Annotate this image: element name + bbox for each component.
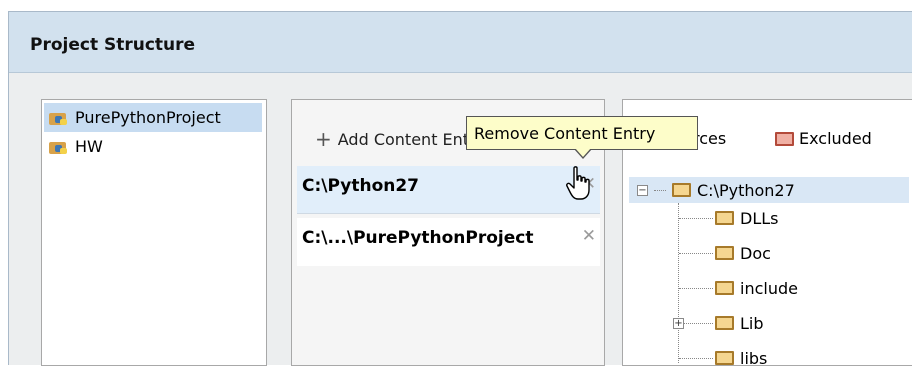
tree-connector xyxy=(679,288,713,289)
dialog-titlebar: Project Structure xyxy=(9,12,912,73)
excluded-label: Excluded xyxy=(799,129,872,148)
folder-icon xyxy=(715,211,734,225)
folder-icon xyxy=(715,316,734,330)
close-icon[interactable]: ✕ xyxy=(582,226,596,246)
tree-node[interactable]: Lib xyxy=(715,310,764,336)
tree-connector xyxy=(679,218,713,219)
content-entry-path: C:\...\PurePythonProject xyxy=(302,228,534,248)
tooltip-arrow-fill xyxy=(575,148,591,157)
add-content-entry-label: Add Content Entry xyxy=(337,129,486,149)
add-content-entry-button[interactable]: + Add Content Entry xyxy=(315,129,485,149)
module-item-purepythonproject[interactable]: PurePythonProject xyxy=(44,103,262,132)
tree-node[interactable]: Doc xyxy=(715,240,771,266)
module-label: PurePythonProject xyxy=(75,108,221,127)
tree-connector xyxy=(679,253,713,254)
tree-node-label: include xyxy=(740,278,798,298)
module-label: HW xyxy=(75,137,103,156)
tooltip-text: Remove Content Entry xyxy=(474,123,656,143)
tree-node-label: Lib xyxy=(740,313,764,333)
plus-icon: + xyxy=(315,127,332,151)
tree-connector xyxy=(654,189,666,191)
folder-icon xyxy=(715,351,734,365)
hand-cursor-icon xyxy=(566,166,590,200)
dialog-title: Project Structure xyxy=(30,35,196,55)
remove-content-entry-tooltip: Remove Content Entry xyxy=(466,116,698,150)
tree-node-root[interactable]: − C:\Python27 xyxy=(629,177,909,203)
content-entry-path: C:\Python27 xyxy=(302,176,420,196)
expand-icon[interactable]: + xyxy=(673,318,684,329)
content-entry[interactable]: C:\...\PurePythonProject ✕ xyxy=(297,218,600,266)
tree-node[interactable]: DLLs xyxy=(715,205,778,231)
tree-connector xyxy=(679,323,713,324)
python-module-icon xyxy=(49,140,69,154)
tree-connector xyxy=(679,358,713,359)
modules-list: PurePythonProject HW xyxy=(41,99,267,366)
folder-icon xyxy=(715,246,734,260)
tree-node-label: Doc xyxy=(740,243,771,263)
excluded-toggle[interactable]: Excluded xyxy=(775,129,872,148)
tree-node[interactable]: libs xyxy=(715,345,767,371)
collapse-icon[interactable]: − xyxy=(637,184,648,196)
python-module-icon xyxy=(49,111,69,125)
module-item-hw[interactable]: HW xyxy=(44,132,262,161)
content-entry[interactable]: C:\Python27 ✕ xyxy=(297,166,600,214)
tree-node-label: DLLs xyxy=(740,208,779,228)
tree-node[interactable]: include xyxy=(715,275,798,301)
tree-connector xyxy=(678,203,679,363)
folder-icon xyxy=(715,281,734,295)
excluded-folder-icon xyxy=(775,131,794,146)
project-structure-dialog: Project Structure PurePythonProject HW +… xyxy=(8,11,912,368)
tree-node-label: C:\Python27 xyxy=(697,180,795,200)
folder-icon xyxy=(672,183,691,197)
